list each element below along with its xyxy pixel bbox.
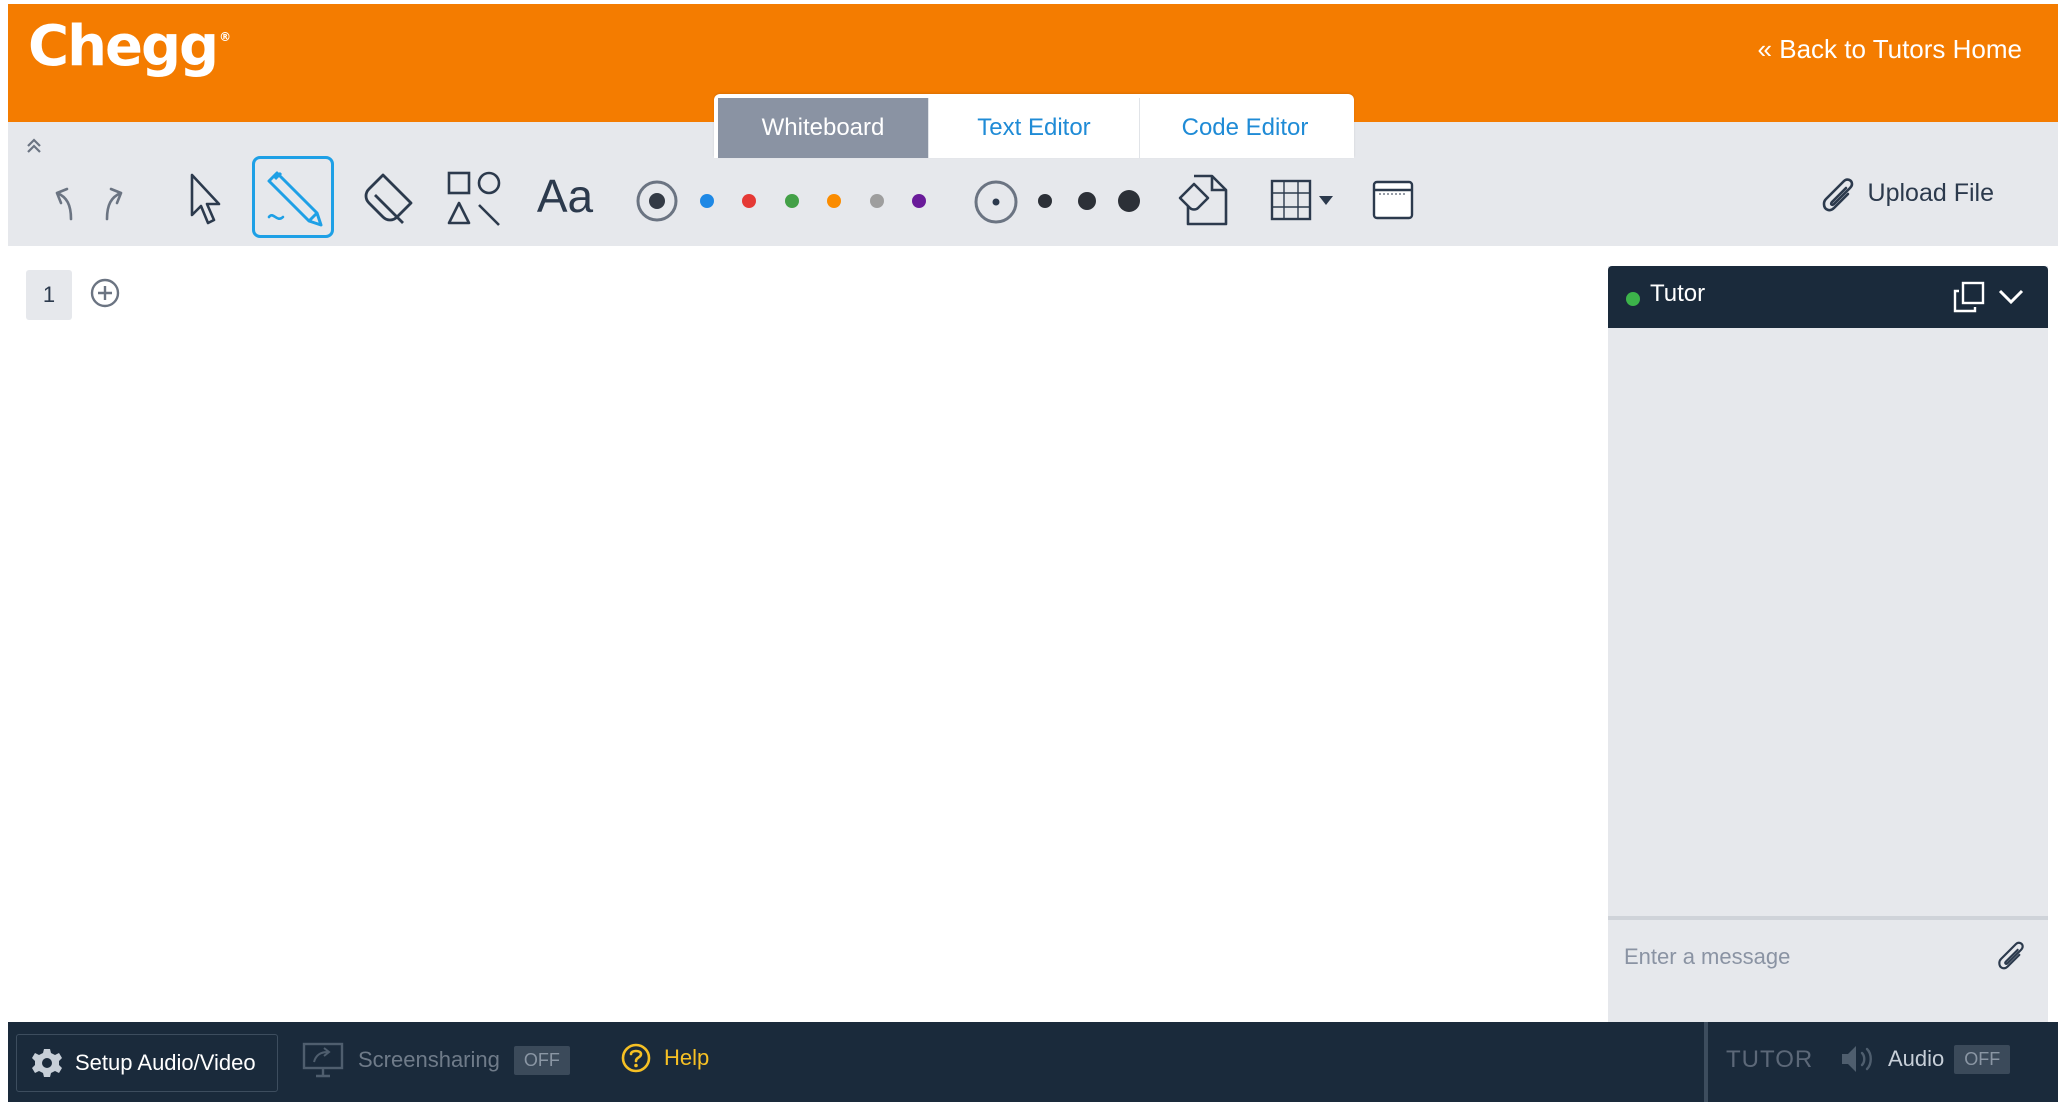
- upload-file-label: Upload File: [1867, 178, 1994, 207]
- setup-audio-video-label: Setup Audio/Video: [75, 1050, 256, 1075]
- stroke-size-xs[interactable]: [974, 180, 1018, 224]
- setup-audio-video-button[interactable]: Setup Audio/Video: [16, 1034, 278, 1092]
- tab-code-editor[interactable]: Code Editor: [1140, 98, 1350, 158]
- registered-mark: ®: [219, 30, 231, 45]
- upload-file-button[interactable]: Upload File: [1820, 172, 1994, 214]
- color-swatch-gray[interactable]: [870, 194, 884, 208]
- grid-icon[interactable]: [1268, 176, 1340, 224]
- paperclip-icon: [1822, 178, 1853, 212]
- chat-title: Tutor: [1650, 280, 1706, 307]
- color-swatch-green[interactable]: [785, 194, 799, 208]
- gear-icon: [32, 1049, 62, 1077]
- stroke-size-s[interactable]: [1038, 194, 1052, 208]
- popout-icon[interactable]: [1952, 280, 1986, 314]
- undo-icon[interactable]: [46, 178, 86, 228]
- redo-icon[interactable]: [94, 178, 134, 228]
- pencil-icon[interactable]: [252, 156, 334, 238]
- stroke-size-l[interactable]: [1118, 190, 1140, 212]
- text-icon[interactable]: Aa: [530, 166, 600, 226]
- online-status-dot: [1626, 292, 1640, 306]
- tutor-label: TUTOR: [1726, 1046, 1814, 1073]
- whiteboard-canvas[interactable]: 1: [8, 246, 1608, 1022]
- tab-text-editor[interactable]: Text Editor: [929, 98, 1140, 158]
- chat-divider: [1608, 916, 2048, 920]
- audio-control: Audio OFF: [1838, 1042, 2011, 1076]
- color-swatch-red[interactable]: [742, 194, 756, 208]
- stroke-size-m[interactable]: [1078, 192, 1096, 210]
- chat-message-input[interactable]: [1624, 932, 1984, 982]
- logo-text: Chegg: [28, 14, 219, 79]
- color-swatch-selected[interactable]: [636, 180, 678, 222]
- editor-tabs: Whiteboard Text Editor Code Editor: [714, 94, 1354, 158]
- speaker-icon: [1842, 1046, 1872, 1072]
- chegg-logo: Chegg ®: [28, 14, 231, 79]
- screen-share-icon: [302, 1042, 344, 1078]
- screensharing-label: Screensharing: [358, 1047, 500, 1072]
- double-chevron-up-icon[interactable]: [22, 134, 46, 158]
- frame-icon[interactable]: [1370, 176, 1416, 224]
- audio-toggle[interactable]: OFF: [1954, 1044, 2011, 1074]
- chevron-down-icon[interactable]: [1994, 280, 2028, 314]
- chat-panel: Tutor: [1608, 266, 2048, 1022]
- bottom-bar: Setup Audio/Video Screensharing OFF Help…: [8, 1022, 2058, 1102]
- shapes-icon[interactable]: [444, 168, 504, 228]
- help-button[interactable]: Help: [620, 1042, 709, 1074]
- audio-label: Audio: [1888, 1046, 1945, 1071]
- color-swatch-orange[interactable]: [827, 194, 841, 208]
- image-icon[interactable]: [1174, 170, 1234, 230]
- chat-header: Tutor: [1608, 266, 2048, 328]
- plus-circle-icon[interactable]: [90, 278, 120, 313]
- screensharing-control: Screensharing OFF: [302, 1042, 570, 1078]
- tutoring-app: Chegg ® « Back to Tutors Home Aa Upload …: [8, 4, 2058, 1102]
- tutor-divider: [1704, 1022, 1708, 1102]
- screensharing-toggle[interactable]: OFF: [513, 1045, 570, 1075]
- color-swatch-blue[interactable]: [700, 194, 714, 208]
- help-label: Help: [664, 1045, 710, 1070]
- color-swatch-purple[interactable]: [912, 194, 926, 208]
- page-tab-1[interactable]: 1: [26, 270, 72, 320]
- paperclip-icon[interactable]: [1994, 934, 2028, 974]
- help-icon: [621, 1043, 651, 1073]
- pointer-icon[interactable]: [180, 168, 230, 230]
- tab-whiteboard[interactable]: Whiteboard: [718, 98, 929, 158]
- back-to-tutors-home-link[interactable]: « Back to Tutors Home: [1758, 34, 2022, 65]
- eraser-icon[interactable]: [360, 166, 420, 230]
